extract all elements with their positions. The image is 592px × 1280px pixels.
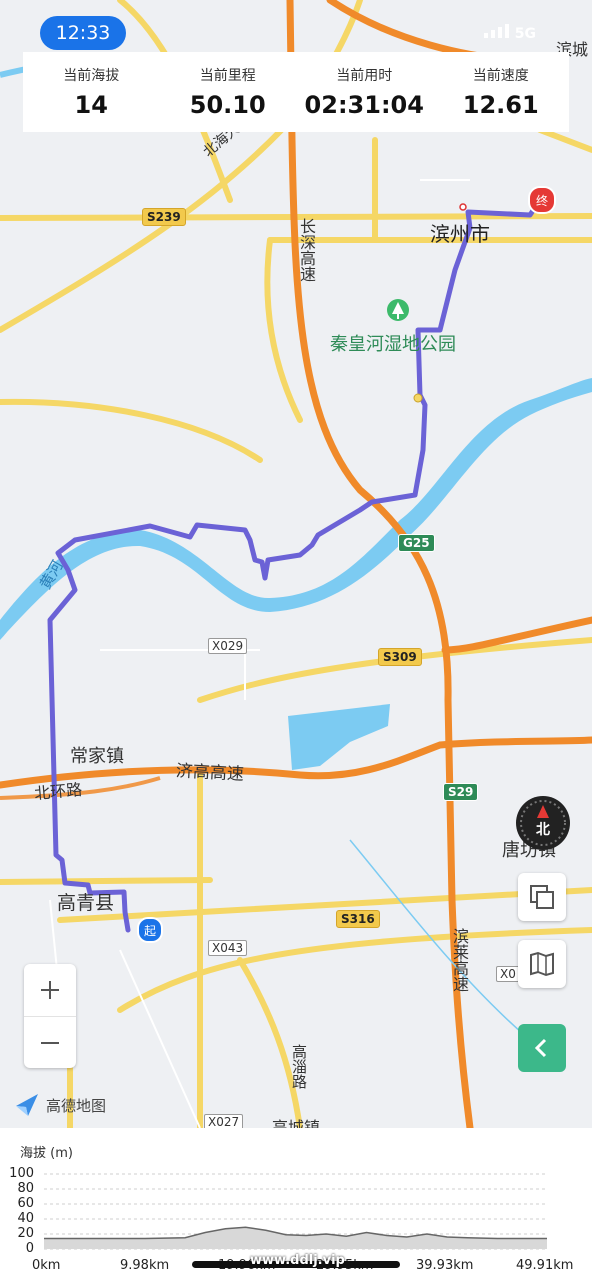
- shield-s316: S316: [336, 910, 380, 928]
- network-type: 5G: [514, 26, 536, 42]
- road-beihuan: 北环路: [33, 779, 83, 804]
- status-icons: 5G: [483, 24, 536, 42]
- x-tick-label: 9.98km: [120, 1258, 170, 1273]
- zoom-control: [24, 964, 76, 1068]
- logo-text: 高德地图: [46, 1096, 107, 1115]
- layers-icon: [530, 885, 554, 909]
- amap-logo: 高德地图: [14, 1092, 106, 1118]
- road-binlai: 滨莱高速: [450, 928, 469, 992]
- stat-speed: 当前速度 12.61: [433, 52, 570, 132]
- collapse-button[interactable]: [518, 1024, 566, 1072]
- road-jigao: 济高高速: [175, 761, 245, 785]
- stat-value: 50.10: [189, 91, 266, 119]
- stat-value: 14: [74, 91, 108, 119]
- road-changshen: 长深高速: [297, 218, 316, 282]
- map-canvas: [0, 0, 592, 1128]
- x-tick-label: 39.93km: [416, 1258, 474, 1273]
- amap-logo-icon: [16, 1094, 38, 1116]
- road-gaozi: 高淄路: [290, 1044, 308, 1089]
- stat-distance: 当前里程 50.10: [160, 52, 297, 132]
- stat-value: 02:31:04: [304, 91, 424, 119]
- stat-label: 当前里程: [199, 68, 256, 84]
- signal-icon: [483, 24, 510, 42]
- stat-label: 当前海拔: [63, 68, 120, 84]
- stat-duration: 当前用时 02:31:04: [296, 52, 433, 132]
- label-park: 秦皇河湿地公园: [330, 334, 456, 355]
- zoom-out-button[interactable]: [24, 1017, 76, 1069]
- shield-x043: X043: [208, 940, 248, 956]
- layers-button[interactable]: [518, 873, 566, 921]
- label-changjia: 常家镇: [70, 746, 124, 767]
- shield-s29: S29: [443, 783, 479, 801]
- shield-x0: X0: [496, 966, 520, 982]
- stat-altitude: 当前海拔 14: [23, 52, 160, 132]
- compass-button[interactable]: 北: [516, 796, 570, 850]
- start-marker[interactable]: 起: [137, 917, 163, 943]
- stats-panel: 当前海拔 14 当前里程 50.10 当前用时 02:31:04 当前速度 12…: [23, 52, 569, 132]
- x-tick-label: 0km: [32, 1258, 61, 1273]
- stat-value: 12.61: [462, 91, 539, 119]
- shield-x029: X029: [208, 638, 248, 654]
- stat-label: 当前速度: [472, 68, 529, 84]
- minus-icon: [41, 1042, 59, 1044]
- plus-icon: [41, 981, 59, 999]
- map-view[interactable]: 滨州市 秦皇河湿地公园 常家镇 高青县 唐坊镇 滨城 北海大 高城镇 长深高速 …: [0, 0, 592, 1137]
- x-tick-label: 49.91km: [516, 1258, 574, 1273]
- status-time: 12:33: [40, 16, 126, 50]
- end-marker[interactable]: 终: [528, 186, 556, 214]
- label-binzhou: 滨州市: [430, 222, 490, 246]
- label-gaoqing: 高青县: [57, 892, 115, 914]
- map-style-button[interactable]: [518, 940, 566, 988]
- stat-label: 当前用时: [336, 68, 393, 84]
- chevron-left-icon: [534, 1038, 547, 1058]
- shield-g25: G25: [398, 534, 435, 552]
- watermark: www.ddlj.vip: [250, 1253, 345, 1268]
- folded-map-icon: [530, 951, 554, 977]
- zoom-in-button[interactable]: [24, 964, 76, 1017]
- shield-s239: S239: [142, 208, 186, 226]
- compass-label: 北: [536, 822, 550, 838]
- shield-s309: S309: [378, 648, 422, 666]
